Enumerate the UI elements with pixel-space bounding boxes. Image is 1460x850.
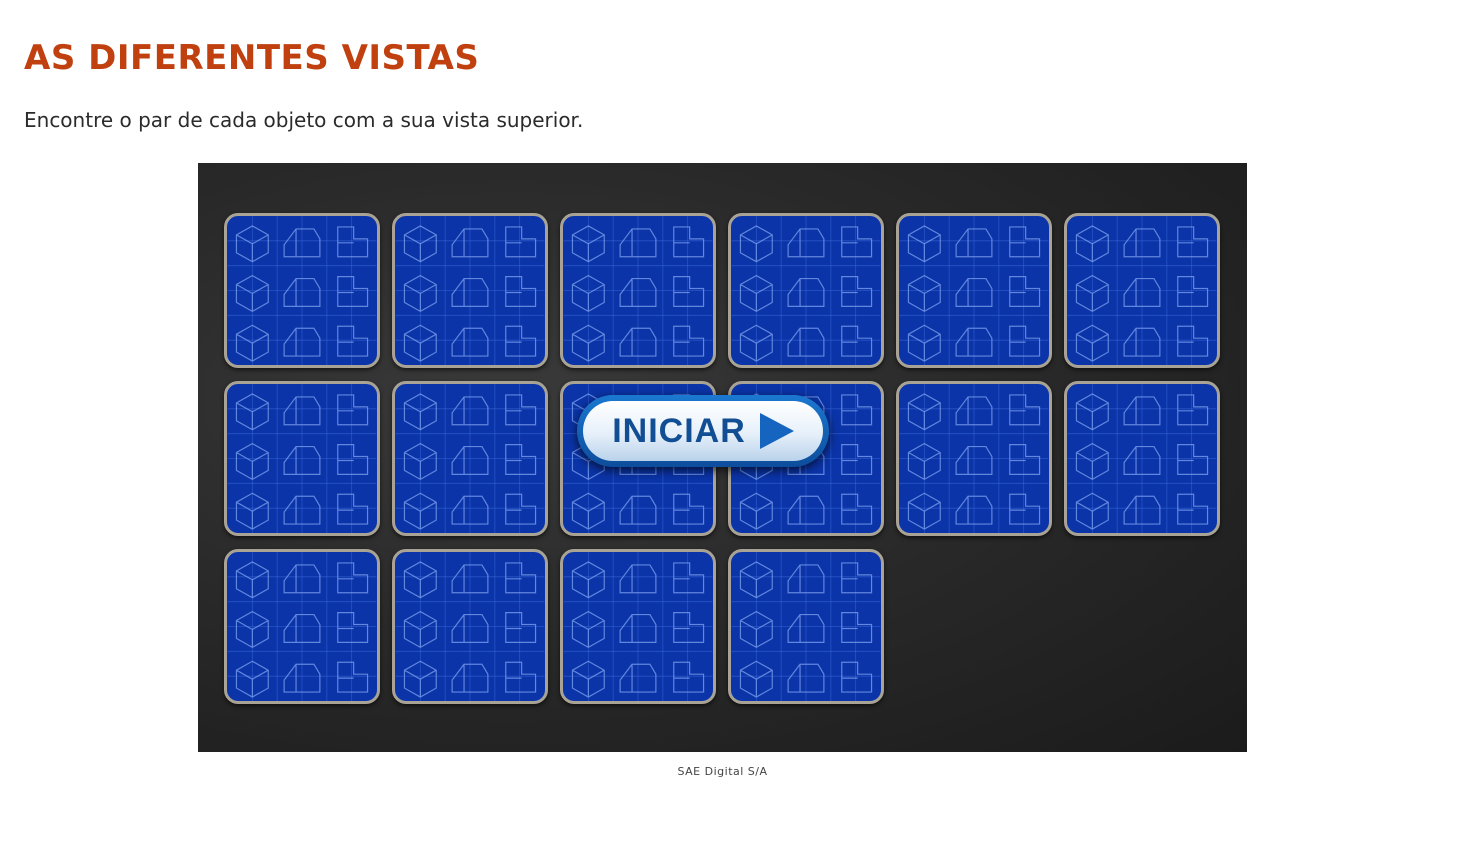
- memory-card[interactable]: [224, 381, 380, 536]
- start-button[interactable]: INICIAR: [577, 395, 829, 467]
- memory-card[interactable]: [392, 549, 548, 704]
- blueprint-pattern: [227, 384, 377, 533]
- credit-caption: SAE Digital S/A: [677, 765, 768, 778]
- memory-card[interactable]: [560, 213, 716, 368]
- memory-card[interactable]: [728, 549, 884, 704]
- blueprint-pattern: [395, 216, 545, 365]
- page-title: AS DIFERENTES VISTAS: [24, 38, 480, 78]
- blueprint-pattern: [227, 552, 377, 701]
- blueprint-pattern: [395, 384, 545, 533]
- blueprint-pattern: [563, 552, 713, 701]
- blueprint-pattern: [899, 216, 1049, 365]
- blueprint-pattern: [899, 384, 1049, 533]
- play-arrow-icon: [759, 413, 794, 449]
- activity-page: AS DIFERENTES VISTAS Encontre o par de c…: [0, 0, 1460, 850]
- blueprint-pattern: [731, 216, 881, 365]
- blueprint-pattern: [395, 552, 545, 701]
- memory-card[interactable]: [896, 213, 1052, 368]
- memory-card[interactable]: [560, 549, 716, 704]
- memory-card[interactable]: [224, 549, 380, 704]
- blueprint-pattern: [227, 216, 377, 365]
- memory-card[interactable]: [392, 213, 548, 368]
- memory-card[interactable]: [728, 213, 884, 368]
- start-button-label: INICIAR: [612, 411, 746, 450]
- memory-card[interactable]: [1064, 213, 1220, 368]
- memory-card[interactable]: [392, 381, 548, 536]
- blueprint-pattern: [1067, 384, 1217, 533]
- instructions-text: Encontre o par de cada objeto com a sua …: [24, 108, 584, 132]
- blueprint-pattern: [563, 216, 713, 365]
- blueprint-pattern: [1067, 216, 1217, 365]
- memory-card[interactable]: [1064, 381, 1220, 536]
- start-button-face[interactable]: INICIAR: [583, 401, 823, 461]
- memory-game-board: INICIAR: [198, 163, 1247, 752]
- memory-card[interactable]: [896, 381, 1052, 536]
- memory-card[interactable]: [224, 213, 380, 368]
- blueprint-pattern: [731, 552, 881, 701]
